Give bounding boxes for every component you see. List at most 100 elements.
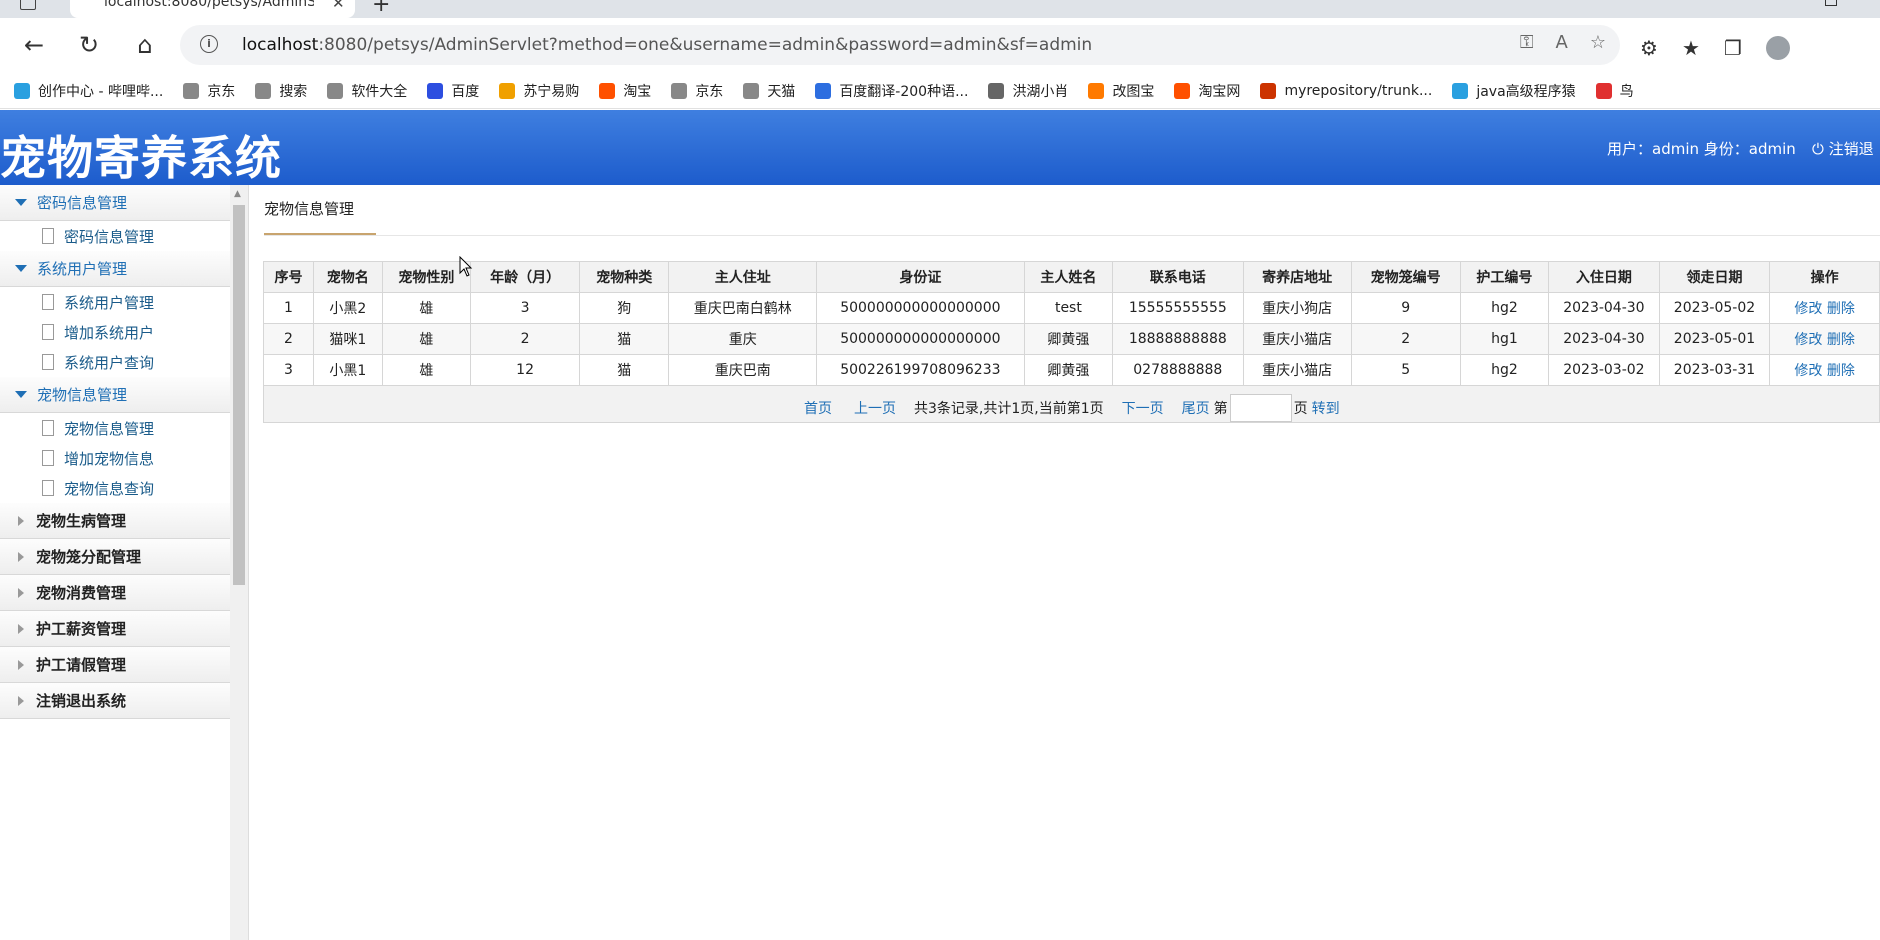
sidebar-group-label: 宠物生病管理 xyxy=(36,512,127,530)
table-cell: 2023-05-02 xyxy=(1658,292,1771,324)
url-bar[interactable]: i localhost:8080/petsys/AdminServlet?met… xyxy=(180,25,1620,65)
key-icon[interactable]: ⚿ xyxy=(1520,32,1534,53)
tab-actions-icon[interactable] xyxy=(20,0,36,10)
profile-avatar[interactable] xyxy=(1765,36,1790,60)
favorites-icon[interactable]: ★ xyxy=(1682,36,1700,60)
delete-link[interactable]: 删除 xyxy=(1827,301,1855,317)
column-header: 身份证 xyxy=(816,261,1025,293)
maximize-icon[interactable] xyxy=(1825,0,1837,6)
table-cell: 0278888888 xyxy=(1112,354,1244,386)
bookmarks-bar: 创作中心 - 哔哩哔... 京东 搜索 软件大全 百度 苏宁易购 淘宝 京东 天猫 百度翻译-20… xyxy=(0,73,1880,109)
actions-cell: 修改 删除 xyxy=(1769,292,1880,324)
sidebar-item-label: 系统用户查询 xyxy=(64,353,155,372)
bookmark-item[interactable]: 软件大全 xyxy=(327,81,407,101)
sidebar-group-header[interactable]: 密码信息管理 xyxy=(0,185,230,221)
sidebar-group-label: 密码信息管理 xyxy=(37,194,128,212)
column-header: 入住日期 xyxy=(1548,261,1660,293)
column-header: 主人住址 xyxy=(668,261,818,293)
sidebar-item[interactable]: 宠物信息管理 xyxy=(0,413,230,443)
table-cell: hg2 xyxy=(1459,354,1550,386)
pet-table: 序号 宠物名 宠物性别 年龄（月） 宠物种类 主人住址 身份证 主人姓名 联系电话 寄养店地址 宠物… xyxy=(263,261,1880,386)
sidebar-group-header[interactable]: 护工请假管理 xyxy=(0,647,230,683)
sidebar-item[interactable]: 系统用户管理 xyxy=(0,287,230,317)
bookmark-item[interactable]: myrepository/trunk... xyxy=(1260,82,1432,99)
url-text[interactable]: localhost:8080/petsys/AdminServlet?metho… xyxy=(242,35,1092,55)
bookmark-item[interactable]: 创作中心 - 哔哩哔... xyxy=(14,81,163,101)
bookmark-item[interactable]: 鸟 xyxy=(1595,81,1634,101)
caret-right-icon xyxy=(18,659,24,670)
bookmark-item[interactable]: 天猫 xyxy=(743,81,795,101)
bookmark-item[interactable]: 改图宝 xyxy=(1088,81,1154,101)
sidebar-group-header[interactable]: 宠物消费管理 xyxy=(0,575,230,611)
next-page-link[interactable]: 下一页 xyxy=(1122,398,1164,418)
sidebar-group-header[interactable]: 系统用户管理 xyxy=(0,251,230,287)
new-tab-icon[interactable]: + xyxy=(372,0,390,17)
sidebar-group-label: 宠物信息管理 xyxy=(37,386,128,404)
table-cell: 猫咪1 xyxy=(312,323,383,355)
collections-icon[interactable]: ❐ xyxy=(1724,36,1742,60)
table-cell: 重庆小猫店 xyxy=(1242,354,1352,386)
table-cell: 2 xyxy=(263,323,314,355)
home-icon[interactable]: ⌂ xyxy=(128,28,162,62)
add-favorite-icon[interactable]: ☆ xyxy=(1590,32,1606,53)
extensions-icon[interactable]: ⚙ xyxy=(1640,36,1658,60)
sidebar-item[interactable]: 宠物信息查询 xyxy=(0,473,230,503)
bookmark-favicon-icon xyxy=(1174,82,1191,99)
document-icon xyxy=(42,228,54,244)
bookmark-item[interactable]: 百度翻译-200种语... xyxy=(815,81,968,101)
bookmark-favicon-icon xyxy=(327,82,344,99)
sidebar-item[interactable]: 增加系统用户 xyxy=(0,317,230,347)
table-cell: 重庆 xyxy=(668,323,818,355)
bookmark-label: 淘宝网 xyxy=(1198,83,1241,100)
table-cell: 卿黄强 xyxy=(1023,323,1114,355)
site-info-icon[interactable]: i xyxy=(200,35,218,53)
bookmark-item[interactable]: 百度 xyxy=(427,81,479,101)
edit-link[interactable]: 修改 xyxy=(1794,301,1822,317)
actions-cell: 修改 删除 xyxy=(1769,323,1880,355)
bookmark-item[interactable]: 京东 xyxy=(183,81,235,101)
sidebar-group-header[interactable]: 宠物笼分配管理 xyxy=(0,539,230,575)
table-cell: 1 xyxy=(263,292,314,324)
bookmark-item[interactable]: 洪湖小肖 xyxy=(988,81,1068,101)
bookmark-label: java高级程序猿 xyxy=(1476,83,1576,100)
edit-link[interactable]: 修改 xyxy=(1794,332,1822,348)
bookmark-item[interactable]: 苏宁易购 xyxy=(499,81,579,101)
content-tab-title[interactable]: 宠物信息管理 xyxy=(264,198,354,219)
sidebar-group-header[interactable]: 宠物生病管理 xyxy=(0,503,230,539)
sidebar-scrollbar[interactable]: ▲ xyxy=(230,185,249,940)
browser-tab[interactable]: localhost:8080/petsys/AdminSer ✕ xyxy=(70,0,355,18)
table-cell: 2023-05-01 xyxy=(1658,323,1771,355)
prev-page-link[interactable]: 上一页 xyxy=(854,398,896,418)
scroll-thumb[interactable] xyxy=(233,205,245,585)
logout-link[interactable]: ⏻ 注销退 xyxy=(1812,138,1874,159)
bookmark-item[interactable]: 淘宝网 xyxy=(1174,81,1240,101)
sidebar-item[interactable]: 增加宠物信息 xyxy=(0,443,230,473)
edit-link[interactable]: 修改 xyxy=(1794,363,1822,379)
delete-link[interactable]: 删除 xyxy=(1827,363,1855,379)
goto-prefix: 第 xyxy=(1213,401,1228,417)
goto-page-link[interactable]: 转到 xyxy=(1312,398,1340,418)
bookmark-item[interactable]: 京东 xyxy=(671,81,723,101)
last-page-link[interactable]: 尾页 xyxy=(1182,398,1210,418)
table-cell: 2 xyxy=(1350,323,1461,355)
delete-link[interactable]: 删除 xyxy=(1827,332,1855,348)
pet-table-wrap: 序号 宠物名 宠物性别 年龄（月） 宠物种类 主人住址 身份证 主人姓名 联系电话 寄养店地址 宠物… xyxy=(263,261,1880,423)
sidebar-item[interactable]: 系统用户查询 xyxy=(0,347,230,377)
bookmark-item[interactable]: 搜索 xyxy=(255,81,307,101)
close-tab-icon[interactable]: ✕ xyxy=(332,0,345,12)
first-page-link[interactable]: 首页 xyxy=(804,398,832,418)
bookmark-item[interactable]: 淘宝 xyxy=(599,81,651,101)
sidebar-group-header[interactable]: 宠物信息管理 xyxy=(0,377,230,413)
sidebar-item[interactable]: 密码信息管理 xyxy=(0,221,230,251)
read-aloud-icon[interactable]: A xyxy=(1556,32,1568,53)
reload-icon[interactable]: ↻ xyxy=(72,28,106,62)
page-number-input[interactable] xyxy=(1229,394,1292,422)
table-cell: 5 xyxy=(1350,354,1461,386)
sidebar-group-header[interactable]: 注销退出系统 xyxy=(0,683,230,719)
sidebar-group-header[interactable]: 护工薪资管理 xyxy=(0,611,230,647)
bookmark-label: 天猫 xyxy=(767,83,796,100)
scroll-up-icon[interactable]: ▲ xyxy=(234,189,241,199)
column-header: 宠物种类 xyxy=(579,261,670,293)
back-icon[interactable]: ← xyxy=(17,28,51,62)
bookmark-item[interactable]: java高级程序猿 xyxy=(1452,81,1576,101)
